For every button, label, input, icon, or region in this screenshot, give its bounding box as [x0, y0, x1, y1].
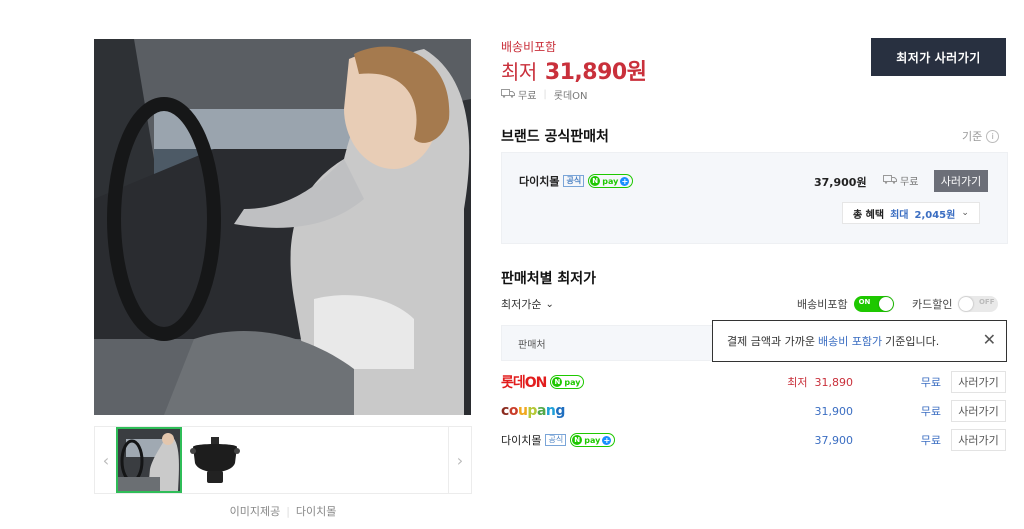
benefit-value: 2,045원 — [914, 209, 956, 221]
shipping-included-label: 배송비포함 — [501, 40, 557, 54]
seller-ship: 무료 — [920, 405, 941, 418]
lowest-tag: 최저 — [787, 376, 808, 389]
seller-shop[interactable]: coupang — [501, 403, 731, 419]
plus-icon: + — [620, 176, 630, 186]
truck-icon — [883, 174, 897, 187]
seller-row: 다이치몰 공식 Npay + 37,900 무료 사러가기 — [501, 427, 1007, 453]
seller-price: 31,900 — [814, 404, 854, 418]
seller-ship: 무료 — [920, 434, 941, 447]
official-shop[interactable]: 다이치몰 공식 Npay + — [519, 173, 634, 189]
official-tag: 공식 — [563, 175, 585, 187]
basis-label: 기준 — [962, 130, 983, 143]
seller-price: 37,900 — [814, 433, 854, 447]
official-shop-name: 다이치몰 — [519, 175, 560, 188]
delivery-info: 무료 | 롯데ON — [501, 87, 588, 102]
shipping-tooltip: 결제 금액과 가까운 배송비 포함가 기준입니다. ✕ — [712, 320, 1007, 362]
basis-info[interactable]: 기준 i — [962, 128, 1000, 144]
image-credit-shop: 다이치몰 — [295, 505, 337, 518]
seller-shop-name: 다이치몰 — [501, 434, 542, 447]
npay-n-icon: N — [572, 435, 583, 445]
delivery-shop: 롯데ON — [553, 91, 588, 102]
official-seller-box: 다이치몰 공식 Npay + 37,900원 무료 사러가기 총 혜택 최대 2,… — [501, 152, 1008, 244]
chevron-down-icon: ⌄ — [545, 298, 554, 310]
total-benefit-dropdown[interactable]: 총 혜택 최대 2,045원 ⌄ — [842, 202, 980, 224]
image-credit: 이미지제공 | 다이치몰 — [229, 505, 337, 518]
official-tag: 공식 — [545, 434, 567, 446]
tooltip-highlight: 배송비 포함가 — [817, 335, 883, 348]
seller-buy-button[interactable]: 사러가기 — [951, 429, 1006, 451]
thumbnail-2[interactable] — [187, 433, 243, 489]
card-toggle-label: 카드할인 — [912, 298, 953, 311]
close-icon[interactable]: ✕ — [983, 330, 996, 349]
chevron-right-icon[interactable]: › — [448, 427, 471, 493]
lowest-buy-button[interactable]: 최저가 사러가기 — [871, 38, 1006, 76]
npay-badge: Npay + — [570, 433, 616, 447]
seller-column-header: 판매처 — [501, 325, 713, 361]
seller-row: 롯데ON Npay 최저 31,890 무료 사러가기 — [501, 369, 1007, 395]
by-seller-title: 판매처별 최저가 — [501, 271, 597, 287]
seller-price-value: 31,890 — [814, 376, 854, 389]
card-toggle-state: OFF — [978, 298, 995, 306]
npay-text: pay — [584, 435, 601, 445]
official-seller-title: 브랜드 공식판매처 — [501, 129, 609, 145]
seller-shop[interactable]: 다이치몰 공식 Npay + — [501, 432, 731, 448]
benefit-max: 최대 — [890, 209, 909, 221]
chevron-left-icon[interactable]: ‹ — [95, 427, 118, 493]
npay-badge: Npay — [550, 375, 585, 389]
sort-dropdown[interactable]: 최저가순 ⌄ — [501, 296, 554, 312]
npay-n-icon: N — [552, 377, 563, 387]
delivery-free: 무료 — [518, 91, 537, 102]
seller-shop[interactable]: 롯데ON Npay — [501, 372, 731, 392]
seller-price: 최저 31,890 — [731, 374, 853, 390]
lowest-label: 최저 — [501, 60, 537, 84]
npay-badge: Npay + — [588, 174, 634, 188]
tooltip-text-pre: 결제 금액과 가까운 — [727, 335, 815, 348]
toggle-knob — [878, 297, 893, 311]
official-buy-button[interactable]: 사러가기 — [934, 170, 988, 192]
card-toggle-switch[interactable]: OFF — [958, 296, 999, 312]
official-price: 37,900원 — [814, 176, 867, 189]
shipping-toggle-state: ON — [858, 298, 871, 306]
seller-buy-button[interactable]: 사러가기 — [951, 400, 1006, 422]
shipping-toggle[interactable]: 배송비포함 ON — [797, 296, 894, 312]
sort-label: 최저가순 — [501, 298, 542, 311]
seller-ship: 무료 — [920, 376, 941, 389]
thumbnail-strip: ‹ › — [94, 426, 472, 494]
npay-text: pay — [564, 377, 581, 387]
benefit-label: 총 혜택 — [853, 209, 885, 221]
product-main-image — [94, 39, 471, 415]
card-discount-toggle[interactable]: 카드할인 OFF — [912, 296, 999, 312]
thumbnail-1[interactable] — [116, 427, 182, 493]
plus-icon: + — [602, 435, 612, 445]
seller-row: coupang 31,900 무료 사러가기 — [501, 398, 1007, 424]
image-credit-label: 이미지제공 — [229, 505, 281, 518]
shipping-toggle-label: 배송비포함 — [797, 298, 848, 311]
tooltip-text-post: 기준입니다. — [885, 335, 940, 348]
npay-n-icon: N — [590, 176, 601, 186]
npay-text: pay — [602, 176, 619, 186]
truck-icon — [501, 88, 515, 101]
toggle-knob — [959, 297, 974, 311]
seller-buy-button[interactable]: 사러가기 — [951, 371, 1006, 393]
official-ship: 무료 — [883, 173, 918, 188]
lowest-price: 최저 31,890원 — [501, 54, 647, 86]
lowest-price-value: 31,890원 — [544, 60, 647, 85]
info-icon: i — [986, 129, 1000, 143]
chevron-down-icon: ⌄ — [961, 208, 969, 218]
lotteon-logo: 롯데ON — [501, 375, 547, 391]
coupang-logo: coupang — [501, 403, 565, 419]
official-ship-text: 무료 — [900, 177, 919, 188]
shipping-toggle-switch[interactable]: ON — [853, 296, 894, 312]
